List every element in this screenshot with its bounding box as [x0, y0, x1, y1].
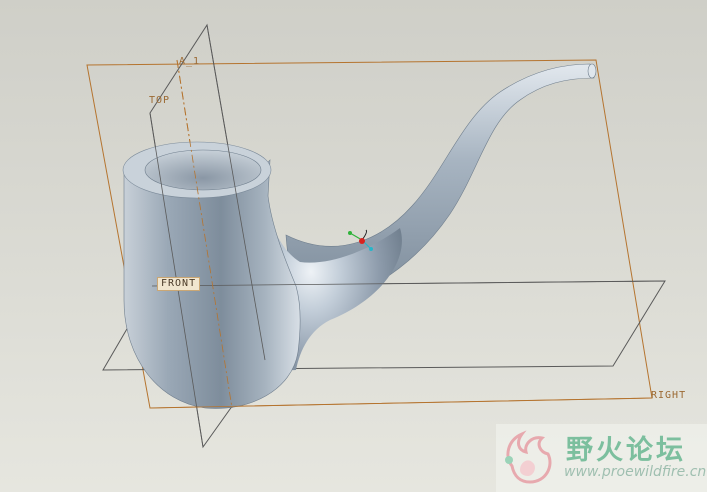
- pipe-model[interactable]: [122, 63, 597, 409]
- graphics-viewport[interactable]: A_1 TOP FRONT RIGHT 野火论坛 www.proewildfir…: [0, 0, 707, 492]
- forum-watermark: 野火论坛 www.proewildfire.cn: [496, 424, 707, 492]
- watermark-url: www.proewildfire.cn: [564, 464, 707, 480]
- datum-top-label[interactable]: TOP: [146, 95, 173, 107]
- watermark-title: 野火论坛: [566, 435, 686, 466]
- axis-a1-label[interactable]: A_1: [176, 56, 203, 68]
- pipe-mouthpiece[interactable]: [587, 63, 597, 79]
- datum-right-label[interactable]: RIGHT: [648, 390, 689, 402]
- datum-front-label[interactable]: FRONT: [157, 277, 201, 291]
- triad-origin: [359, 238, 365, 244]
- pipe-bowl-opening[interactable]: [144, 149, 262, 191]
- flame-logo-icon: [505, 430, 552, 484]
- model-scene[interactable]: [0, 0, 707, 492]
